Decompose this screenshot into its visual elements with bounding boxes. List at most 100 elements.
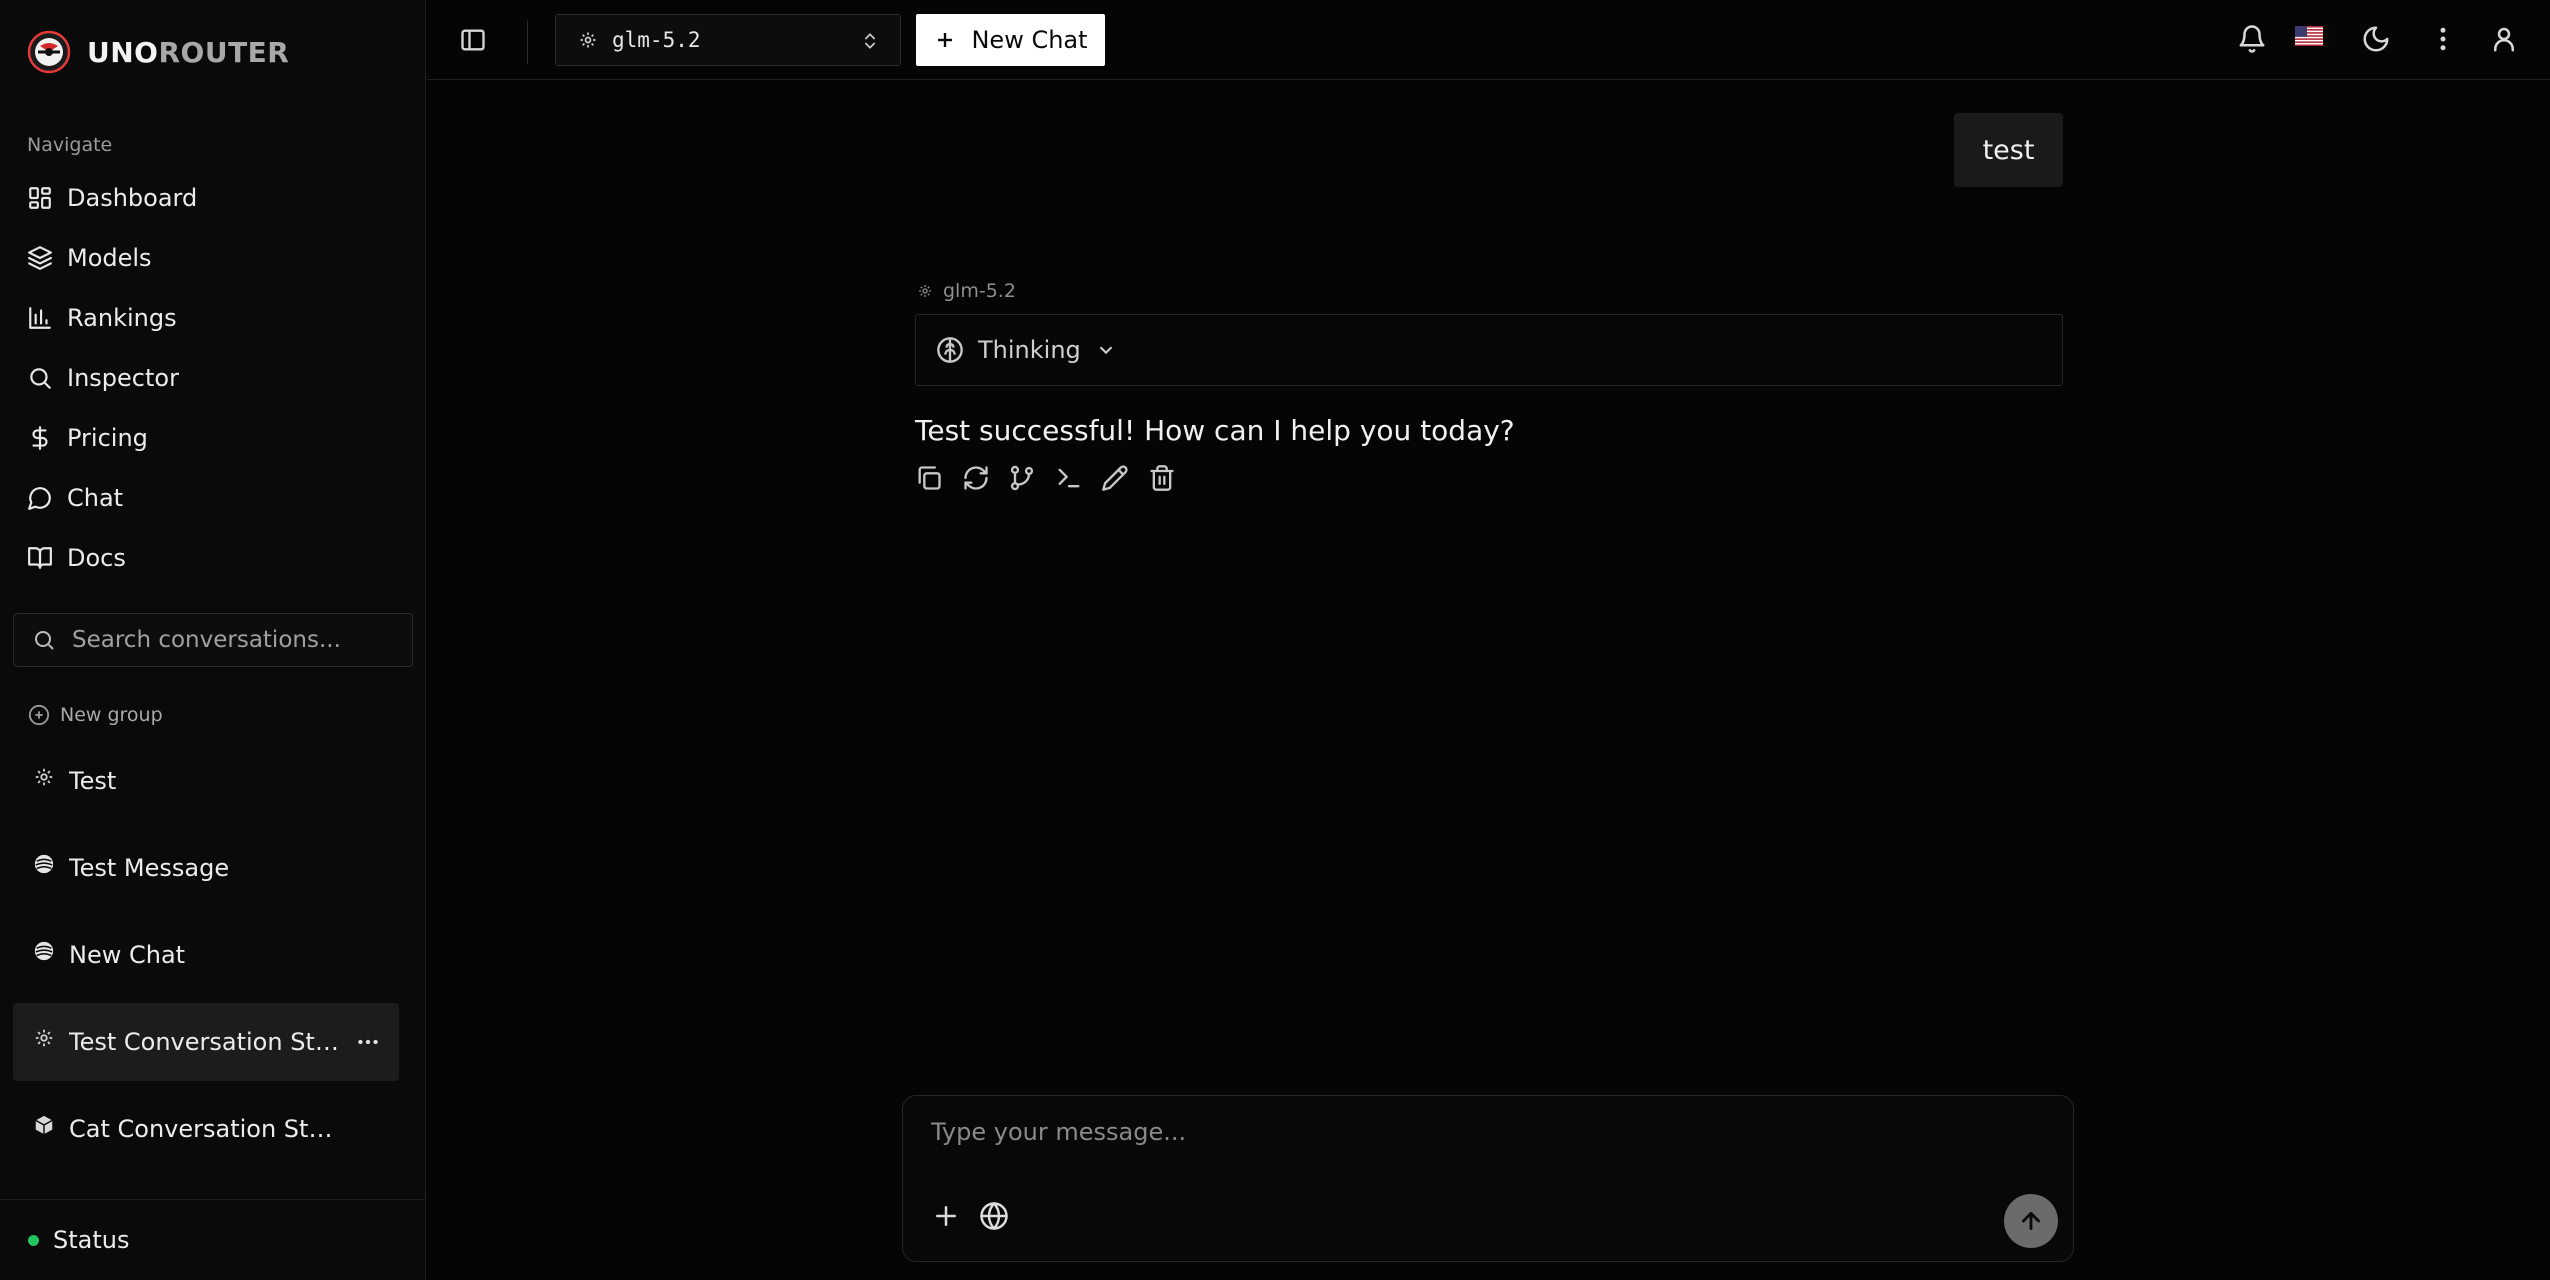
conversation-title: Cat Conversation Started (69, 1115, 339, 1143)
edit-button[interactable] (1101, 464, 1129, 492)
book-open-icon (28, 547, 52, 569)
selected-model: glm-5.2 (612, 28, 701, 52)
search-icon (30, 368, 51, 389)
terminal-button[interactable] (1055, 464, 1083, 492)
delete-button[interactable] (1148, 464, 1176, 492)
panel-left-icon (461, 29, 485, 51)
web-search-button[interactable] (979, 1201, 1009, 1231)
status-label: Status (53, 1226, 130, 1254)
regenerate-button[interactable] (962, 464, 990, 492)
main-nav: Dashboard Models Rankings Inspector Pric… (27, 168, 407, 588)
nav-item-label: Pricing (67, 424, 148, 452)
new-group-label: New group (60, 704, 163, 726)
nav-item-label: Dashboard (67, 184, 198, 212)
nav-item-docs[interactable]: Docs (27, 528, 407, 588)
message-actions (915, 464, 1194, 492)
openai-model-icon (33, 853, 55, 875)
language-button[interactable] (2295, 26, 2323, 48)
nav-item-label: Models (67, 244, 152, 272)
regenerate-icon (963, 466, 988, 490)
nav-item-label: Docs (67, 544, 126, 572)
assistant-message: Test successful! How can I help you toda… (915, 414, 1515, 447)
branch-icon (1010, 465, 1034, 491)
cube-model-icon (33, 1114, 55, 1136)
nav-item-label: Inspector (67, 364, 179, 392)
plus-icon (936, 1206, 956, 1226)
new-group-button[interactable]: New group (28, 704, 163, 726)
sparkle-model-icon (33, 766, 55, 788)
conversation-title: Test (69, 767, 117, 795)
send-button[interactable] (2004, 1194, 2058, 1248)
topbar: glm-5.2 New Chat (427, 0, 2550, 80)
conversation-item-active[interactable]: Test Conversation Sta... (13, 1003, 399, 1081)
brand[interactable]: UNO ROUTER (27, 30, 289, 74)
sparkle-model-icon (33, 1027, 55, 1049)
nav-item-label: Rankings (67, 304, 177, 332)
conversation-search-input[interactable] (72, 627, 392, 653)
thinking-toggle[interactable]: Thinking (915, 314, 2063, 386)
status-footer[interactable]: Status (0, 1199, 426, 1280)
more-horizontal-icon[interactable] (353, 1027, 383, 1057)
thinking-label: Thinking (978, 336, 1081, 364)
branch-button[interactable] (1008, 464, 1036, 492)
conversation-search (13, 613, 413, 667)
more-vertical-icon (2440, 27, 2446, 51)
brand-name: UNO ROUTER (87, 36, 289, 69)
dashboard-icon (29, 187, 51, 209)
theme-toggle-button[interactable] (2361, 24, 2391, 54)
user-menu-button[interactable] (2489, 24, 2519, 54)
nav-item-chat[interactable]: Chat (27, 468, 407, 528)
conversation-item[interactable]: Test Message (13, 829, 399, 907)
openai-model-icon (33, 940, 55, 962)
sparkle-model-icon (919, 285, 931, 297)
nav-item-dashboard[interactable]: Dashboard (27, 168, 407, 228)
conversation-title: New Chat (69, 941, 186, 969)
conversation-item[interactable]: Test (13, 742, 399, 820)
user-message-bubble: test (1954, 113, 2063, 187)
more-menu-button[interactable] (2428, 24, 2458, 54)
model-selector[interactable]: glm-5.2 (555, 14, 901, 66)
plus-icon (938, 33, 953, 47)
app-root: UNO ROUTER Navigate Dashboard Models Rank… (0, 0, 2550, 1280)
dollar-icon (32, 426, 48, 450)
assistant-model-name: glm-5.2 (943, 280, 1016, 302)
conversation-title: Test Conversation Sta... (69, 1028, 339, 1056)
arrow-up-icon (2022, 1212, 2040, 1230)
sparkle-model-icon (580, 32, 596, 48)
conversation-item[interactable]: Cat Conversation Started (13, 1090, 399, 1168)
nav-item-pricing[interactable]: Pricing (27, 408, 407, 468)
logo-icon (27, 30, 71, 74)
chevron-down-icon (1099, 346, 1112, 355)
status-indicator (28, 1234, 39, 1246)
brand-name-part2: ROUTER (158, 35, 290, 69)
nav-item-models[interactable]: Models (27, 228, 407, 288)
nav-item-inspector[interactable]: Inspector (27, 348, 407, 408)
attach-button[interactable] (931, 1201, 961, 1231)
bell-icon (2239, 25, 2265, 53)
bar-chart-icon (29, 307, 51, 329)
us-flag-icon (2295, 26, 2323, 46)
nav-item-rankings[interactable]: Rankings (27, 288, 407, 348)
message-input[interactable] (931, 1118, 2031, 1168)
user-icon (2494, 27, 2514, 52)
chevrons-up-down-icon (865, 33, 875, 49)
moon-icon (2363, 26, 2389, 52)
message-circle-icon (28, 487, 51, 510)
copy-button[interactable] (915, 464, 943, 492)
divider (527, 20, 528, 64)
delete-icon (1149, 465, 1174, 491)
notifications-button[interactable] (2237, 24, 2267, 54)
toggle-sidebar-button[interactable] (459, 26, 487, 54)
message-composer (902, 1095, 2074, 1262)
terminal-icon (1058, 468, 1079, 488)
layers-icon (28, 246, 52, 270)
edit-icon (1102, 465, 1128, 491)
conversation-list: Test Test Message New Chat Test Conversa… (13, 742, 399, 1177)
search-icon (35, 631, 54, 650)
nav-item-label: Chat (67, 484, 124, 512)
conversation-item[interactable]: New Chat (13, 916, 399, 994)
new-chat-button[interactable]: New Chat (916, 14, 1105, 66)
nav-heading: Navigate (27, 134, 113, 156)
plus-circle-icon (28, 704, 50, 726)
sidebar: UNO ROUTER Navigate Dashboard Models Rank… (0, 0, 426, 1280)
